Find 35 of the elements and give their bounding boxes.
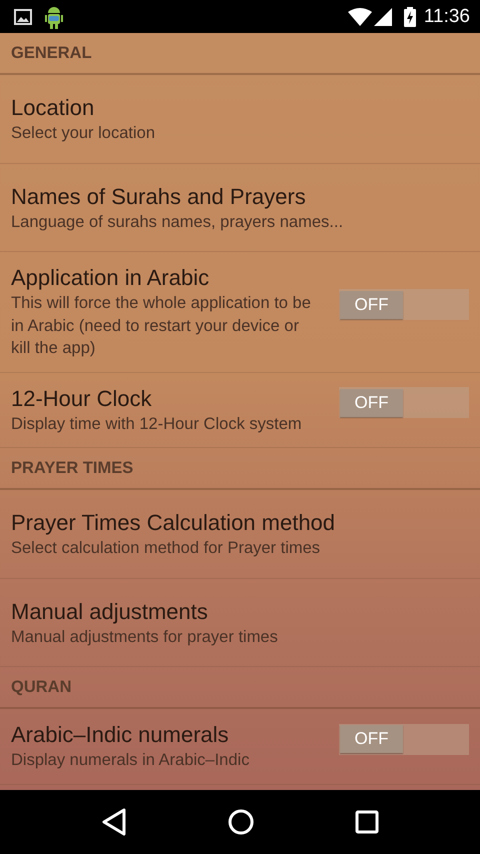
preference-item[interactable]: 12-Hour Clock Display time with 12-Hour Clock system OFF (0, 372, 480, 448)
preference-summary: Language of surahs names, prayers names... (11, 212, 344, 232)
home-button[interactable] (228, 809, 254, 835)
back-button[interactable] (100, 808, 127, 836)
preference-summary: Manual adjustments for prayer times (11, 626, 279, 648)
preference-summary: Display numerals in Arabic–Indic (11, 750, 250, 771)
image-icon (14, 8, 32, 24)
section-header: PRAYER TIMES (11, 458, 134, 478)
preference-item[interactable]: Manual adjustments Manual adjustments for prayer times (0, 578, 480, 667)
clock-time: 11:36 (424, 6, 470, 28)
preference-summary: This will force the whole application to be in Arabic (need to restart your device or kill the app) (11, 293, 311, 359)
section-header: GENERAL (11, 44, 92, 62)
preference-item[interactable]: Location Select your location (0, 75, 480, 164)
preference-item[interactable]: Names of Surahs and Prayers Language of surahs names, prayers names... (0, 164, 480, 252)
toggle-switch[interactable]: OFF (339, 289, 469, 320)
preference-title: Names of Surahs and Prayers (11, 182, 307, 210)
wifi-icon (348, 8, 372, 26)
signal-icon (374, 8, 392, 26)
preference-title: Location (11, 94, 96, 122)
preference-summary: Select calculation method for Prayer times (11, 538, 322, 559)
preference-title: Arabic–Indic numerals (11, 721, 230, 749)
preference-item[interactable]: Prayer Times Calculation method Select calculation method for Prayer times (0, 490, 480, 578)
battery-icon (404, 6, 416, 26)
preference-title: Application in Arabic (11, 264, 210, 292)
preference-title: 12-Hour Clock (11, 384, 153, 412)
recents-button[interactable] (355, 810, 380, 834)
toggle-switch[interactable]: OFF (339, 387, 469, 418)
preference-summary: Display time with 12-Hour Clock system (11, 414, 303, 434)
preference-item[interactable]: Arabic–Indic numerals Display numerals in Arabic–Indic OFF (0, 709, 480, 784)
preference-title: Prayer Times Calculation method (11, 509, 336, 537)
toggle-switch[interactable]: OFF (339, 724, 469, 755)
section-header: QURAN (11, 678, 72, 696)
preference-summary: Select your location (11, 123, 156, 144)
preference-title: Manual adjustments (11, 598, 209, 626)
preference-item[interactable]: Application in Arabic This will force the whole application to be in Arabic (need to restart your device or kill the app) OFF (0, 252, 480, 372)
